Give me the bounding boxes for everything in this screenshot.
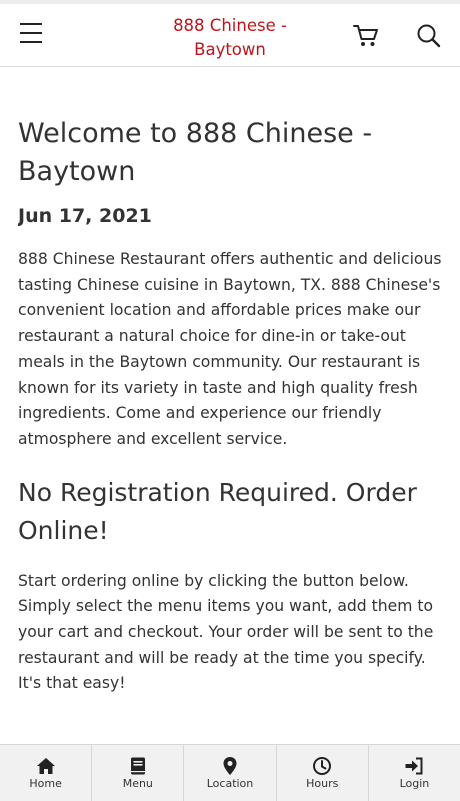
brand-line-1: 888 Chinese - (173, 16, 287, 35)
nav-tab-hours-label: Hours (306, 777, 339, 790)
welcome-title: Welcome to 888 Chinese - Baytown (18, 118, 373, 187)
shopping-cart-icon (353, 25, 378, 46)
app-header: 888 Chinese - Baytown (0, 4, 460, 67)
hamburger-menu-icon[interactable] (18, 23, 44, 47)
order-instructions: Start ordering online by clicking the bu… (18, 571, 434, 693)
nav-tab-menu[interactable]: Menu (92, 745, 185, 801)
search-button[interactable] (414, 22, 444, 50)
home-icon (36, 758, 55, 774)
bottom-nav: Home Menu Location Hours Login (0, 744, 460, 801)
clock-icon (313, 757, 332, 775)
nav-tab-login-label: Login (399, 777, 430, 790)
brand-line-2: Baytown (194, 40, 266, 59)
nav-tab-login[interactable]: Login (369, 745, 460, 801)
main-content: Welcome to 888 Chinese - Baytown Jun 17,… (18, 66, 442, 742)
sign-in-icon (405, 757, 423, 775)
nav-tab-home[interactable]: Home (0, 745, 93, 801)
search-icon (417, 24, 441, 48)
nav-tab-menu-label: Menu (122, 777, 153, 790)
post-date: Jun 17, 2021 (18, 205, 152, 227)
intro-paragraph: 888 Chinese Restaurant offers authentic … (18, 250, 442, 448)
brand-title[interactable]: 888 Chinese - Baytown (150, 14, 310, 62)
nav-tab-hours[interactable]: Hours (277, 745, 369, 801)
order-online-heading: No Registration Required. Order Online! (18, 477, 417, 546)
nav-tab-location-label: Location (206, 777, 254, 790)
map-pin-icon (223, 757, 237, 775)
nav-tab-location[interactable]: Location (184, 745, 277, 801)
cart-button[interactable] (352, 22, 382, 50)
nav-tab-home-label: Home (29, 777, 62, 790)
book-icon (130, 757, 145, 775)
